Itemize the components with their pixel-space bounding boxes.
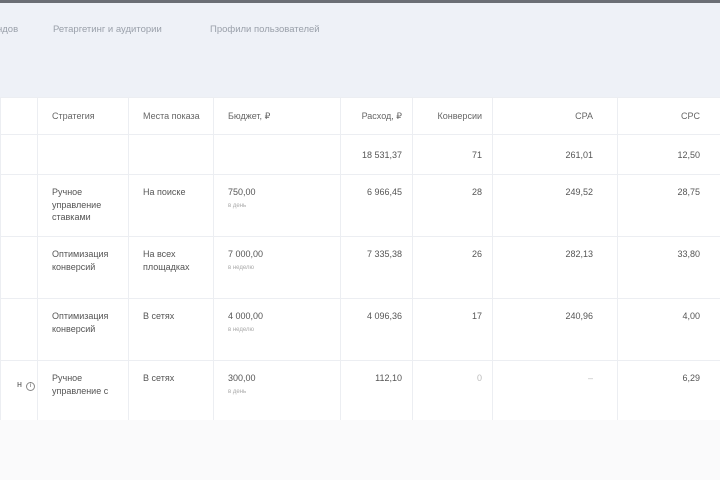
campaign-name-text: н <box>17 379 22 389</box>
cpc: 33,80 <box>617 236 720 299</box>
total-conversions: 71 <box>412 134 493 175</box>
budget[interactable]: 4 000,00 в неделю <box>213 298 341 361</box>
budget-period: в неделю <box>228 326 255 333</box>
table-row[interactable]: Оптимизация конверсий В сетях 4 000,00 в … <box>0 298 720 361</box>
col-header-budget[interactable]: Бюджет, ₽ <box>213 97 341 135</box>
places: В сетях <box>128 360 214 423</box>
total-spend: 18 531,37 <box>340 134 413 175</box>
cpa: 282,13 <box>492 236 618 299</box>
places: На всех площадках <box>128 236 214 299</box>
budget-value: 4 000,00 <box>228 311 264 321</box>
col-header-places[interactable]: Места показа <box>128 97 214 135</box>
campaign-name[interactable]: нi <box>0 360 38 423</box>
cpc: 6,29 <box>617 360 720 423</box>
tab-user-profiles[interactable]: Профили пользователей <box>210 24 320 35</box>
tab-partial[interactable]: ндов <box>0 24 18 35</box>
col-header-conversions[interactable]: Конверсии <box>412 97 493 135</box>
strategy: Ручное управление с <box>37 360 129 423</box>
budget-value: 7 000,00 <box>228 249 264 259</box>
budget-period: в неделю <box>228 264 255 271</box>
table-row[interactable]: Ручное управление ставками На поиске 750… <box>0 174 720 237</box>
cpa: 249,52 <box>492 174 618 237</box>
budget-value: 750,00 <box>228 187 256 197</box>
table-row[interactable]: нi Ручное управление с В сетях 300,00 в д… <box>0 360 720 423</box>
total-cpa: 261,01 <box>492 134 618 175</box>
campaign-name[interactable] <box>0 174 38 237</box>
spend: 4 096,36 <box>340 298 413 361</box>
cpc: 28,75 <box>617 174 720 237</box>
budget[interactable]: 7 000,00 в неделю <box>213 236 341 299</box>
budget[interactable]: 300,00 в день <box>213 360 341 423</box>
col-header-cpa[interactable]: CPA <box>492 97 618 135</box>
places: На поиске <box>128 174 214 237</box>
spend: 6 966,45 <box>340 174 413 237</box>
cpa: – <box>492 360 618 423</box>
col-header-spend[interactable]: Расход, ₽ <box>340 97 413 135</box>
strategy: Оптимизация конверсий <box>37 298 129 361</box>
budget[interactable]: 750,00 в день <box>213 174 341 237</box>
conversions: 26 <box>412 236 493 299</box>
campaign-name[interactable] <box>0 236 38 299</box>
campaign-name[interactable] <box>0 298 38 361</box>
col-header-strategy[interactable]: Стратегия <box>37 97 129 135</box>
col-header-cpc[interactable]: CPC <box>617 97 720 135</box>
budget-period: в день <box>228 202 247 209</box>
info-icon[interactable]: i <box>26 382 35 391</box>
spend: 112,10 <box>340 360 413 423</box>
totals-row: 18 531,37 71 261,01 12,50 <box>0 134 720 175</box>
table-row[interactable]: Оптимизация конверсий На всех площадках … <box>0 236 720 299</box>
total-cpc: 12,50 <box>617 134 720 175</box>
campaigns-table: Стратегия Места показа Бюджет, ₽ Расход,… <box>0 97 720 423</box>
conversions: 28 <box>412 174 493 237</box>
places: В сетях <box>128 298 214 361</box>
spend: 7 335,38 <box>340 236 413 299</box>
conversions: 0 <box>412 360 493 423</box>
conversions: 17 <box>412 298 493 361</box>
col-header-name[interactable] <box>0 97 38 135</box>
strategy: Оптимизация конверсий <box>37 236 129 299</box>
table-header-row: Стратегия Места показа Бюджет, ₽ Расход,… <box>0 97 720 135</box>
budget-period: в день <box>228 388 247 395</box>
cpc: 4,00 <box>617 298 720 361</box>
tabs-header: ндов Ретаргетинг и аудитории Профили пол… <box>0 3 720 97</box>
tab-retargeting[interactable]: Ретаргетинг и аудитории <box>53 24 162 35</box>
cpa: 240,96 <box>492 298 618 361</box>
strategy: Ручное управление ставками <box>37 174 129 237</box>
page-footer-area <box>0 420 720 480</box>
budget-value: 300,00 <box>228 373 256 383</box>
